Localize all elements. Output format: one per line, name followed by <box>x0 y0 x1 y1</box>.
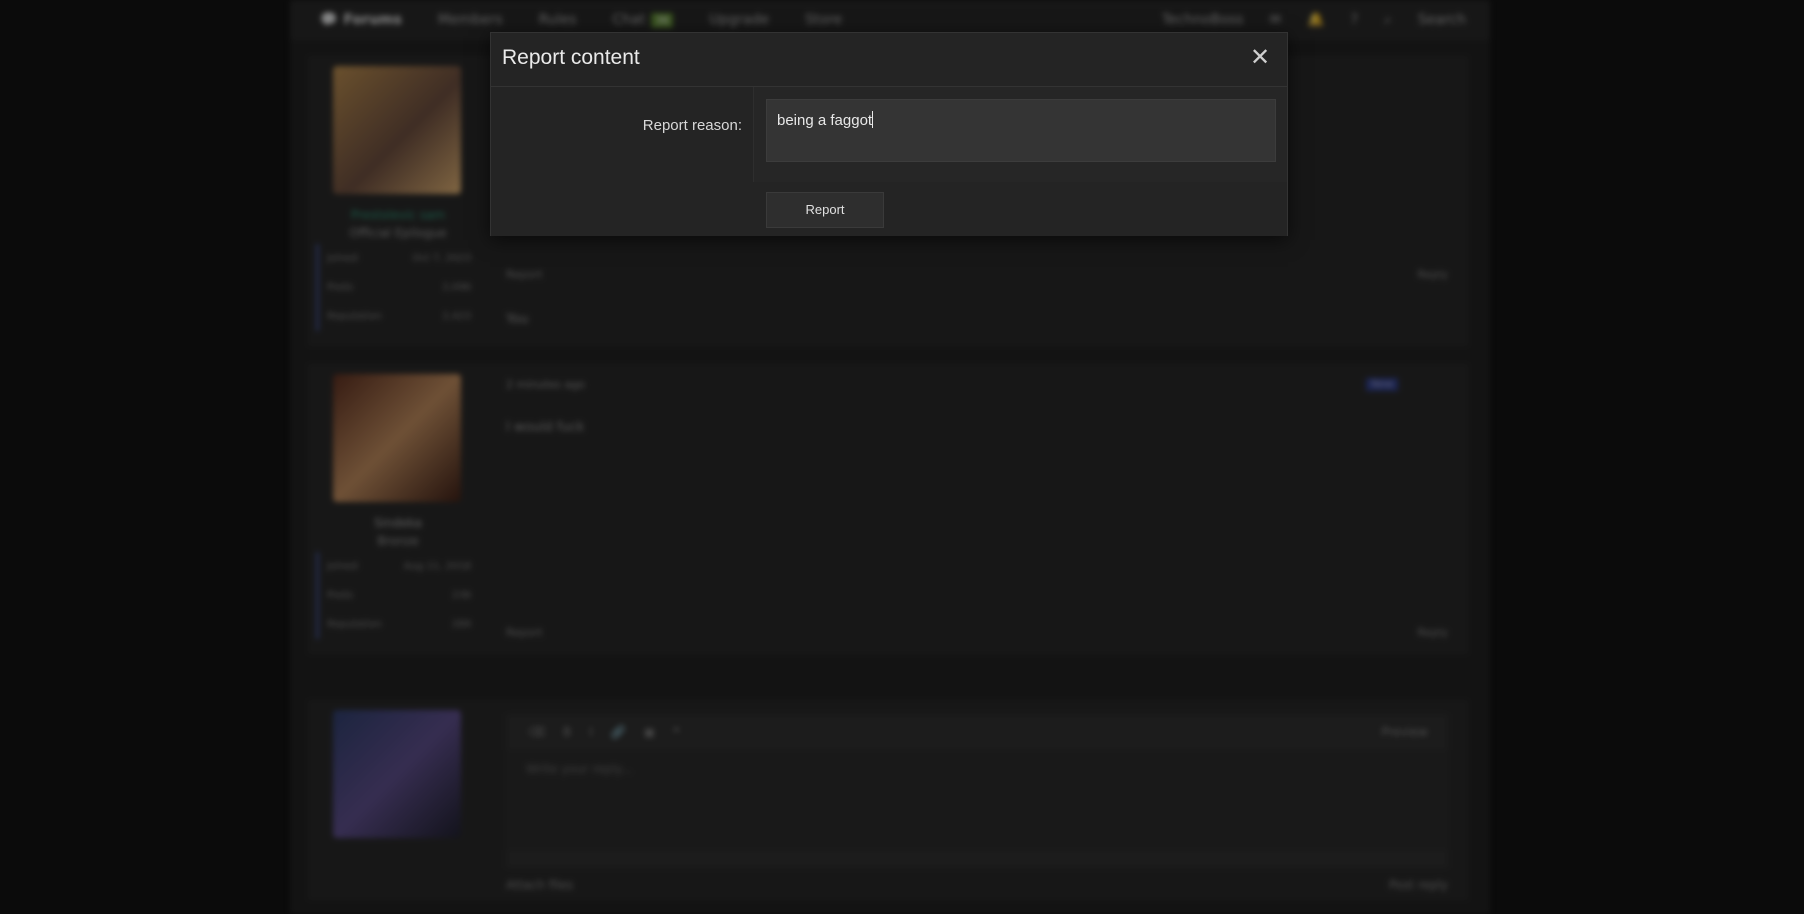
bold-icon: B <box>562 725 572 739</box>
preview-label: Preview <box>1381 725 1428 739</box>
nav-rules: Rules <box>538 12 577 28</box>
search-icon: ⌕ <box>1384 12 1392 28</box>
nav-search: Search <box>1417 12 1466 28</box>
post-author: Sindeka Bronze Joined Aug 11, 2018 Posts 2… <box>308 364 488 654</box>
avatar <box>333 374 461 502</box>
inbox-icon: ✉ <box>1269 12 1282 28</box>
text-caret <box>872 111 874 128</box>
post-author <box>308 700 488 900</box>
nav-forums: 💬 Forums <box>320 12 402 28</box>
reply-box: ⌫ B I 🔗 ▣ ❝ Preview Write your reply... … <box>308 700 1468 900</box>
reply-editor: ⌫ B I 🔗 ▣ ❝ Preview Write your reply... <box>506 714 1448 868</box>
report-reason-label: Report reason: <box>642 117 742 134</box>
nav-upgrade: Upgrade <box>709 12 770 28</box>
editor-footer: Attach files Post reply <box>506 878 1448 892</box>
image-icon: ▣ <box>643 725 656 739</box>
bell-icon: 🔔 <box>1307 12 1325 28</box>
dialog-title: Report content <box>502 46 640 69</box>
avatar <box>333 66 461 194</box>
post-footer: Report Reply <box>506 626 1448 639</box>
chat-count-badge: 36 <box>651 12 674 28</box>
user-stats: Joined Aug 11, 2018 Posts 236 Reputation 28… <box>316 552 479 639</box>
reaction-bar: You <box>506 312 529 327</box>
dialog-footer: Report <box>491 182 1287 236</box>
dialog-header: Report content ✕ <box>491 33 1287 87</box>
reply-textarea: Write your reply... <box>506 750 1448 850</box>
report-dialog: Report content ✕ Report reason: being a … <box>490 32 1288 236</box>
user-title: Bronze <box>377 534 419 548</box>
post-body: I would fuck <box>506 420 585 435</box>
username: Sindeka <box>374 516 422 530</box>
eraser-icon: ⌫ <box>528 725 545 739</box>
help-icon: ? <box>1350 12 1359 28</box>
report-reason-value: being a faggot <box>777 112 873 129</box>
link-icon: 🔗 <box>610 725 626 739</box>
editor-toolbar: ⌫ B I 🔗 ▣ ❝ Preview <box>506 714 1448 750</box>
nav-chat: Chat 36 <box>613 12 674 28</box>
post-author: Prestolevic sam Official Epilogue Joined… <box>308 56 488 346</box>
new-badge: New <box>1366 378 1398 391</box>
close-icon[interactable]: ✕ <box>1247 44 1273 70</box>
nav-user: TechnoBoss <box>1161 12 1244 28</box>
user-title: Official Epilogue <box>349 226 447 240</box>
user-stats: Joined Oct 7, 2023 Posts 2,096 Reputation 2… <box>316 244 479 331</box>
italic-icon: I <box>589 725 593 739</box>
username: Prestolevic sam <box>350 208 446 222</box>
report-reason-input[interactable]: being a faggot <box>766 99 1276 162</box>
report-submit-button[interactable]: Report <box>766 192 884 228</box>
quote-icon: ❝ <box>673 725 680 739</box>
nav-store: Store <box>805 12 843 28</box>
post-footer: Report Reply <box>506 268 1448 281</box>
attach-files: Attach files <box>506 878 574 892</box>
avatar <box>333 710 461 838</box>
nav-members: Members <box>437 12 503 28</box>
post-2: Sindeka Bronze Joined Aug 11, 2018 Posts 2… <box>308 364 1468 654</box>
post-reply: Post reply <box>1388 878 1448 892</box>
post-time: 2 minutes ago <box>506 378 585 391</box>
chat-bubble-icon: 💬 <box>320 12 338 28</box>
